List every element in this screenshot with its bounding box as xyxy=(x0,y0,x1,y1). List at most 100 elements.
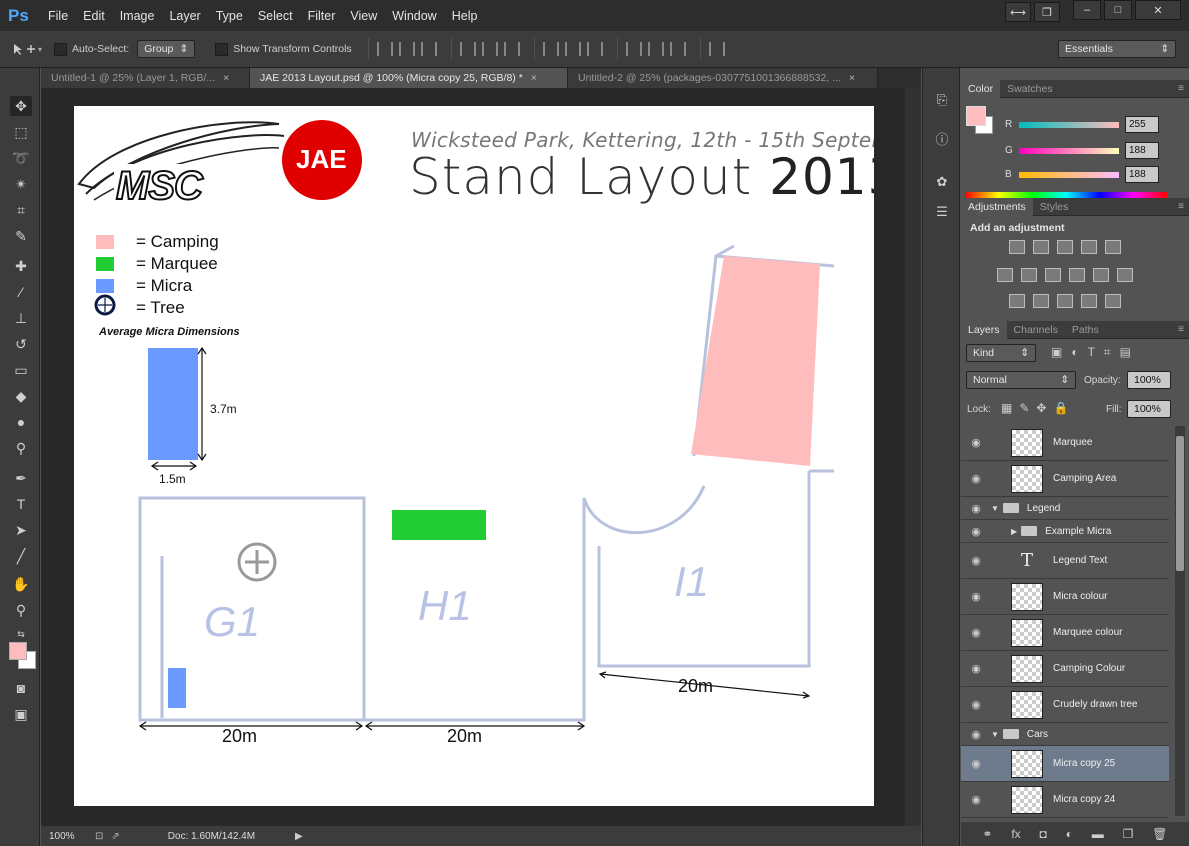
invert-icon[interactable] xyxy=(1009,294,1025,308)
zoom-level[interactable]: 100% xyxy=(49,831,89,842)
align-hcenter-icon[interactable] xyxy=(481,42,498,56)
tab-untitled-2[interactable]: Untitled-2 @ 25% (packages-0307751001366… xyxy=(568,68,878,88)
align-right-icon[interactable] xyxy=(503,42,520,56)
tab-layers[interactable]: Layers xyxy=(961,320,1007,339)
tab-color[interactable]: Color xyxy=(961,79,1001,98)
layer-group-example-micra[interactable]: ◉ ▶ Example Micra xyxy=(961,520,1169,543)
expanded-arrow-icon[interactable]: ▼ xyxy=(991,730,999,739)
layer-group-cars[interactable]: ◉ ▼ Cars xyxy=(961,723,1169,746)
opacity-input[interactable]: 100% xyxy=(1127,371,1171,389)
add-mask-icon[interactable]: ◘ xyxy=(1040,827,1047,841)
chevron-down-icon[interactable]: ▾ xyxy=(38,45,42,54)
color-lookup-icon[interactable] xyxy=(1117,268,1133,282)
menu-window[interactable]: Window xyxy=(392,9,436,23)
screen-mode-icon[interactable]: ❐ xyxy=(1034,2,1060,22)
menu-edit[interactable]: Edit xyxy=(83,9,105,23)
distribute-vcenter-icon[interactable] xyxy=(564,42,581,56)
tab-jae-layout[interactable]: JAE 2013 Layout.psd @ 100% (Micra copy 2… xyxy=(250,68,568,88)
panel-menu-icon[interactable]: ≡ xyxy=(1178,324,1184,335)
eye-icon[interactable]: ◉ xyxy=(961,554,991,567)
collapsed-arrow-icon[interactable]: ▶ xyxy=(1011,527,1017,536)
exposure-icon[interactable] xyxy=(1081,240,1097,254)
auto-select-checkbox[interactable] xyxy=(54,42,68,56)
quick-mask-icon[interactable]: ◙ xyxy=(10,678,32,698)
menu-select[interactable]: Select xyxy=(258,9,293,23)
workspace-dropdown[interactable]: Essentials ⇕ xyxy=(1058,40,1176,58)
new-adjustment-icon[interactable]: ◐ xyxy=(1066,827,1073,841)
tab-paths[interactable]: Paths xyxy=(1065,321,1106,339)
eye-icon[interactable]: ◉ xyxy=(961,436,991,449)
marquee-tool-icon[interactable]: ⬚ xyxy=(10,122,32,142)
status-icon[interactable]: ⊡ xyxy=(95,831,103,842)
transform-controls-checkbox[interactable] xyxy=(215,42,229,56)
lasso-tool-icon[interactable]: ➰ xyxy=(10,148,32,168)
eraser-tool-icon[interactable]: ▭ xyxy=(10,360,32,380)
brush-presets-icon[interactable]: ✿ xyxy=(932,172,952,192)
layer-micra-copy-25[interactable]: ◉ Micra copy 25 xyxy=(961,746,1169,782)
close-icon[interactable]: × xyxy=(849,72,855,84)
green-slider[interactable] xyxy=(1019,147,1119,154)
layer-marquee-colour[interactable]: ◉ Marquee colour xyxy=(961,615,1169,651)
arrange-icon[interactable]: ⟷ xyxy=(1005,2,1031,22)
eye-icon[interactable]: ◉ xyxy=(961,472,991,485)
eye-icon[interactable]: ◉ xyxy=(961,793,991,806)
menu-view[interactable]: View xyxy=(350,9,377,23)
new-layer-icon[interactable]: ❐ xyxy=(1123,827,1134,841)
vibrance-icon[interactable] xyxy=(1105,240,1121,254)
new-group-icon[interactable]: ▬ xyxy=(1092,827,1104,841)
posterize-icon[interactable] xyxy=(1033,294,1049,308)
tab-untitled-1[interactable]: Untitled-1 @ 25% (Layer 1, RGB/... × xyxy=(41,68,250,88)
vertical-scrollbar[interactable] xyxy=(905,88,921,826)
eye-icon[interactable]: ◉ xyxy=(961,757,991,770)
close-icon[interactable]: × xyxy=(531,72,537,84)
foreground-color-swatch[interactable] xyxy=(9,642,27,660)
black-white-icon[interactable] xyxy=(1045,268,1061,282)
tab-channels[interactable]: Channels xyxy=(1007,321,1065,339)
channel-mixer-icon[interactable] xyxy=(1093,268,1109,282)
document-page[interactable]: MSC JAE Wicksteed Park, Kettering, 12th … xyxy=(74,106,874,806)
panel-menu-icon[interactable]: ≡ xyxy=(1178,201,1184,212)
close-icon[interactable]: × xyxy=(223,72,229,84)
scrollbar-thumb[interactable] xyxy=(1176,436,1184,571)
paint-bucket-icon[interactable]: ◆ xyxy=(10,386,32,406)
eye-icon[interactable]: ◉ xyxy=(961,525,991,538)
eye-icon[interactable]: ◉ xyxy=(961,662,991,675)
micra-car[interactable] xyxy=(168,668,186,708)
color-balance-icon[interactable] xyxy=(1021,268,1037,282)
layer-group-legend[interactable]: ◉ ▼ Legend xyxy=(961,497,1169,520)
tab-adjustments[interactable]: Adjustments xyxy=(961,197,1033,216)
layer-micra-copy-24[interactable]: ◉ Micra copy 24 xyxy=(961,782,1169,818)
move-tool-icon[interactable] xyxy=(12,42,38,56)
auto-align-icon[interactable] xyxy=(708,42,725,56)
eye-icon[interactable]: ◉ xyxy=(961,590,991,603)
fx-icon[interactable]: fx xyxy=(1011,827,1020,841)
layer-legend-text[interactable]: ◉ T Legend Text xyxy=(961,543,1169,579)
menu-filter[interactable]: Filter xyxy=(308,9,336,23)
minimize-button[interactable]: – xyxy=(1073,0,1101,20)
tab-swatches[interactable]: Swatches xyxy=(1000,80,1060,98)
hue-saturation-icon[interactable] xyxy=(997,268,1013,282)
history-brush-icon[interactable]: ↺ xyxy=(10,334,32,354)
red-value[interactable]: 255 xyxy=(1125,116,1159,133)
layer-marquee[interactable]: ◉ Marquee xyxy=(961,425,1169,461)
move-tool-icon[interactable]: ✥ xyxy=(10,96,32,116)
eye-icon[interactable]: ◉ xyxy=(961,728,991,741)
brush-tool-icon[interactable]: ⁄ xyxy=(10,282,32,302)
blue-value[interactable]: 188 xyxy=(1125,166,1159,183)
fg-color-chip[interactable] xyxy=(966,106,986,126)
zoom-tool-icon[interactable]: ⚲ xyxy=(10,600,32,620)
blend-mode-dropdown[interactable]: Normal ⇕ xyxy=(966,371,1076,389)
blur-tool-icon[interactable]: ● xyxy=(10,412,32,432)
eye-icon[interactable]: ◉ xyxy=(961,626,991,639)
dodge-tool-icon[interactable]: ⚲ xyxy=(10,438,32,458)
canvas-area[interactable]: MSC JAE Wicksteed Park, Kettering, 12th … xyxy=(41,88,905,826)
align-top-icon[interactable] xyxy=(376,42,393,56)
expanded-arrow-icon[interactable]: ▼ xyxy=(991,504,999,513)
distribute-top-icon[interactable] xyxy=(542,42,559,56)
type-tool-icon[interactable]: T xyxy=(10,494,32,514)
status-menu-icon[interactable]: ▶ xyxy=(295,831,303,842)
eyedropper-icon[interactable]: ✎ xyxy=(10,226,32,246)
red-slider[interactable] xyxy=(1019,121,1119,128)
selective-color-icon[interactable] xyxy=(1081,294,1097,308)
eye-icon[interactable]: ◉ xyxy=(961,698,991,711)
